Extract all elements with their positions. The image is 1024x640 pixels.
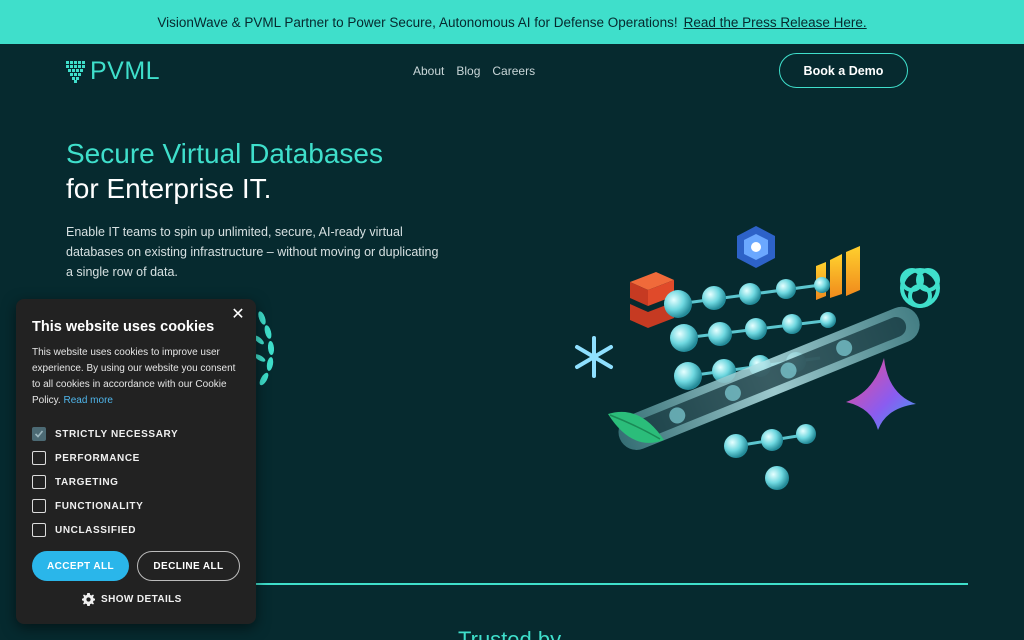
cookie-body: This website uses cookies to improve use… (32, 345, 246, 409)
section-divider (256, 583, 968, 585)
option-label: PERFORMANCE (55, 452, 140, 464)
nav-blog[interactable]: Blog (456, 64, 480, 78)
option-unclassified[interactable]: UNCLASSIFIED (32, 518, 178, 542)
cookie-consent-dialog: ✕ This website uses cookies This website… (16, 299, 256, 624)
checkbox-performance[interactable] (32, 451, 46, 465)
option-label: UNCLASSIFIED (55, 524, 137, 536)
logo[interactable]: PVML (66, 57, 160, 86)
option-performance[interactable]: PERFORMANCE (32, 446, 178, 470)
option-label: FUNCTIONALITY (55, 500, 144, 512)
show-details-label: SHOW DETAILS (101, 594, 182, 605)
read-more-link[interactable]: Read more (64, 395, 113, 406)
checkbox-functionality[interactable] (32, 499, 46, 513)
show-details-button[interactable]: SHOW DETAILS (82, 593, 182, 606)
option-functionality[interactable]: FUNCTIONALITY (32, 494, 178, 518)
hero-description: Enable IT teams to spin up unlimited, se… (66, 225, 439, 279)
star-icon (846, 358, 916, 430)
option-label: STRICTLY NECESSARY (55, 428, 179, 440)
logo-text: PVML (90, 57, 161, 85)
nav-about[interactable]: About (413, 64, 444, 78)
cookie-options: STRICTLY NECESSARY PERFORMANCE TARGETING… (32, 422, 178, 542)
hero-title-line1: Secure Virtual Databases (66, 138, 383, 169)
openai-icon (900, 268, 940, 308)
gear-icon (82, 593, 95, 606)
hero-illustration (575, 226, 940, 490)
announcement-bar: VisionWave & PVML Partner to Power Secur… (0, 0, 1024, 44)
close-icon[interactable]: ✕ (230, 307, 246, 323)
snowflake-icon (575, 336, 613, 378)
pvml-logo-icon (66, 60, 85, 83)
book-demo-button[interactable]: Book a Demo (779, 53, 908, 88)
checkbox-targeting[interactable] (32, 475, 46, 489)
option-strictly-necessary[interactable]: STRICTLY NECESSARY (32, 422, 178, 446)
trusted-by-heading: Trusted by (458, 627, 562, 640)
cookie-title: This website uses cookies (32, 319, 215, 335)
press-release-link[interactable]: Read the Press Release Here. (684, 15, 867, 30)
nav-careers[interactable]: Careers (492, 64, 535, 78)
hero-title-line2: for Enterprise IT. (66, 173, 272, 204)
checkbox-unclassified[interactable] (32, 523, 46, 537)
hexagon-icon (737, 226, 775, 268)
announcement-text: VisionWave & PVML Partner to Power Secur… (157, 14, 678, 30)
decline-all-button[interactable]: DECLINE ALL (137, 551, 240, 581)
option-label: TARGETING (55, 476, 119, 488)
main-nav: About Blog Careers (413, 64, 535, 78)
checkbox-strictly-necessary[interactable] (32, 427, 46, 441)
option-targeting[interactable]: TARGETING (32, 470, 178, 494)
accept-all-button[interactable]: ACCEPT ALL (32, 551, 129, 581)
checkmark-icon (34, 430, 44, 438)
